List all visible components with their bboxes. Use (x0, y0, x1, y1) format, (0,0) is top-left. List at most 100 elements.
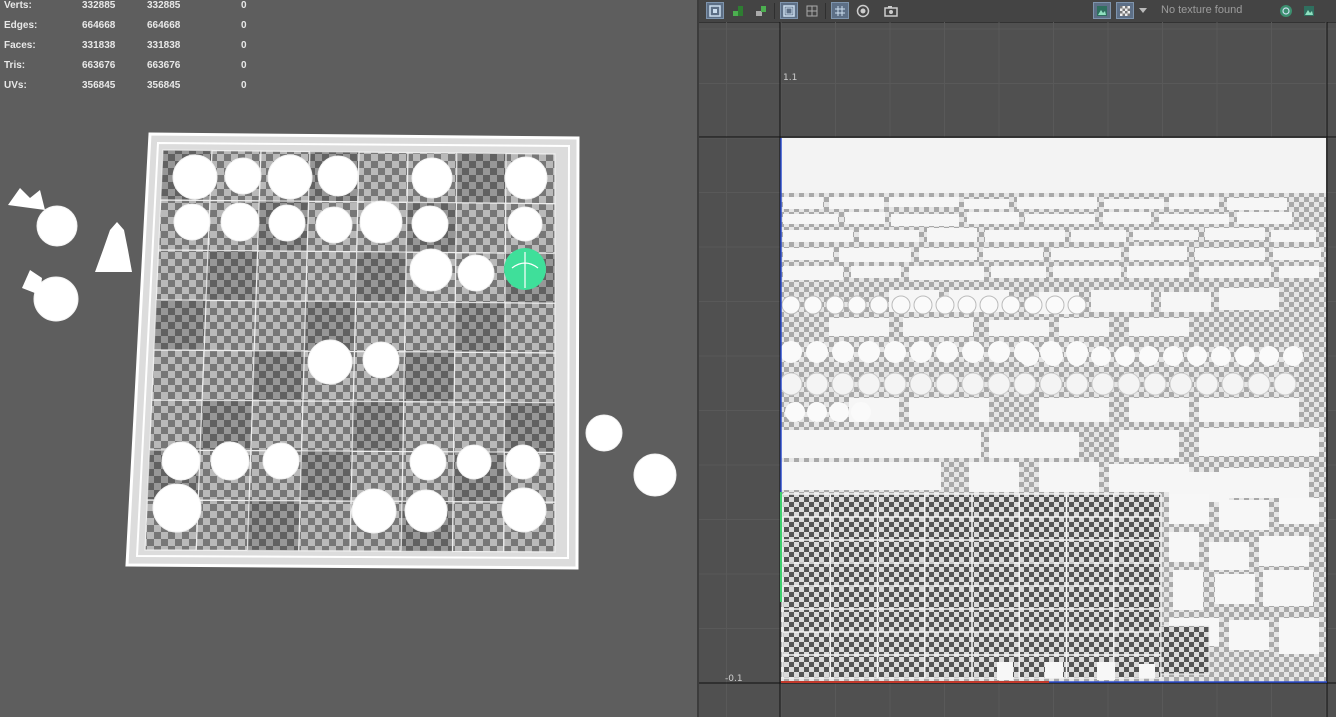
uv-shell (1199, 266, 1271, 278)
uv-shell-circle (1091, 372, 1115, 396)
uv-shell (909, 398, 989, 422)
square-shade (355, 251, 407, 303)
uv-shell (781, 462, 941, 490)
chess-piece (224, 157, 262, 195)
uv-toolbar: No texture found (699, 0, 1336, 23)
shaded-icon[interactable] (780, 2, 798, 19)
uv-shell (851, 266, 901, 278)
uv-shell-circle (1117, 372, 1141, 396)
stat-value: 0 (241, 20, 247, 31)
uv-shell (1127, 266, 1189, 278)
uv-shell (783, 230, 853, 242)
uv-shell-circle (785, 402, 805, 422)
chess-piece (457, 254, 495, 292)
uv-shell (1097, 662, 1115, 680)
chess-piece (504, 156, 548, 200)
uv-shell-circle (831, 372, 855, 396)
checker-icon[interactable] (1116, 2, 1134, 19)
stat-value: 664668 (147, 20, 181, 31)
uv-shell (1271, 230, 1316, 242)
uv-shell-circle (962, 341, 984, 363)
uv-shell-circle (825, 295, 845, 315)
chess-piece (501, 487, 547, 533)
chess-piece (505, 444, 541, 480)
uv-shell (1161, 292, 1211, 312)
uv-shell (991, 266, 1046, 278)
alpha-channel-icon[interactable] (1300, 2, 1318, 19)
knight-piece (22, 270, 42, 295)
uv-shell-circle (1043, 346, 1063, 366)
stat-row-verts: Verts: 332885 332885 0 (4, 0, 264, 20)
uv-shell (859, 230, 919, 242)
chess-piece (456, 444, 492, 480)
axis-label-top: 1.1 (783, 73, 797, 83)
uv-shell (783, 266, 843, 280)
uv-canvas[interactable]: 1.1 -0.1 (699, 22, 1336, 717)
board-square (305, 250, 358, 303)
chess-piece (585, 414, 623, 452)
uv-shell-circle (891, 295, 911, 315)
uv-shell (1169, 494, 1209, 524)
stat-label: Verts: (4, 0, 32, 11)
board-square (453, 401, 506, 453)
uv-shell-circle (858, 341, 880, 363)
board-square (201, 349, 255, 402)
stat-value: 663676 (147, 60, 181, 71)
uv-shell (1169, 532, 1199, 562)
uv-shell-circle (1235, 346, 1255, 366)
board-square (195, 499, 250, 552)
chess-piece (362, 341, 400, 379)
uv-shell-circle (1067, 295, 1087, 315)
uv-shell-circle (884, 341, 906, 363)
uv-shell-circle (1143, 372, 1167, 396)
grid-icon[interactable] (831, 2, 849, 19)
board-square (455, 202, 507, 254)
uv-shell (1025, 214, 1095, 224)
stat-value: 332885 (147, 0, 181, 11)
uv-shell (829, 318, 889, 336)
uv-shell-circle (1211, 346, 1231, 366)
uv-shell-circle (807, 402, 827, 422)
uv-shell (1045, 662, 1063, 678)
select-icon[interactable] (752, 2, 770, 19)
square-shade (247, 500, 301, 551)
chess-piece (315, 206, 353, 244)
uv-shell (1219, 288, 1279, 310)
texture-menu-icon[interactable] (1137, 2, 1149, 19)
uv-shell-circle (1221, 372, 1245, 396)
axis-label-bottom: -0.1 (725, 674, 743, 684)
uv-shell-circle (1039, 372, 1063, 396)
rgb-channel-icon[interactable] (1277, 2, 1295, 19)
stat-value: 331838 (82, 40, 116, 51)
square-shade (454, 302, 506, 353)
stat-value: 0 (241, 40, 247, 51)
uv-shell-circle (961, 372, 985, 396)
pixel-snap-icon[interactable] (854, 2, 872, 19)
uv-shell (1219, 500, 1269, 530)
3d-viewport[interactable]: Verts: 332885 332885 0 Edges: 664668 664… (0, 0, 697, 717)
uv-shell-circle (1139, 346, 1159, 366)
uv-shell (1279, 618, 1319, 654)
uv-shell-circle (935, 372, 959, 396)
uv-shell (1051, 248, 1121, 260)
uv-shell (903, 318, 973, 336)
image-display-icon[interactable] (1093, 2, 1111, 19)
stat-label: Faces: (4, 40, 36, 51)
chessboard-scene[interactable] (0, 0, 697, 717)
uv-shell (1017, 197, 1097, 209)
snapshot-icon[interactable] (882, 2, 900, 19)
uv-shell (781, 430, 981, 458)
uv-shell-circle (1023, 295, 1043, 315)
uv-shell-circle (1065, 372, 1089, 396)
isolate-icon[interactable] (729, 2, 747, 19)
wireframe-icon[interactable] (803, 2, 821, 19)
uv-shell (989, 432, 1079, 458)
toolbar-separator (825, 3, 826, 19)
uv-shell-circle (1001, 295, 1021, 315)
stat-value: 0 (241, 60, 247, 71)
chess-piece (317, 155, 359, 197)
uv-shell (1205, 228, 1265, 240)
uv-shell (1273, 248, 1321, 260)
uv-shell (983, 248, 1043, 260)
uv-shell-icon[interactable] (706, 2, 724, 19)
